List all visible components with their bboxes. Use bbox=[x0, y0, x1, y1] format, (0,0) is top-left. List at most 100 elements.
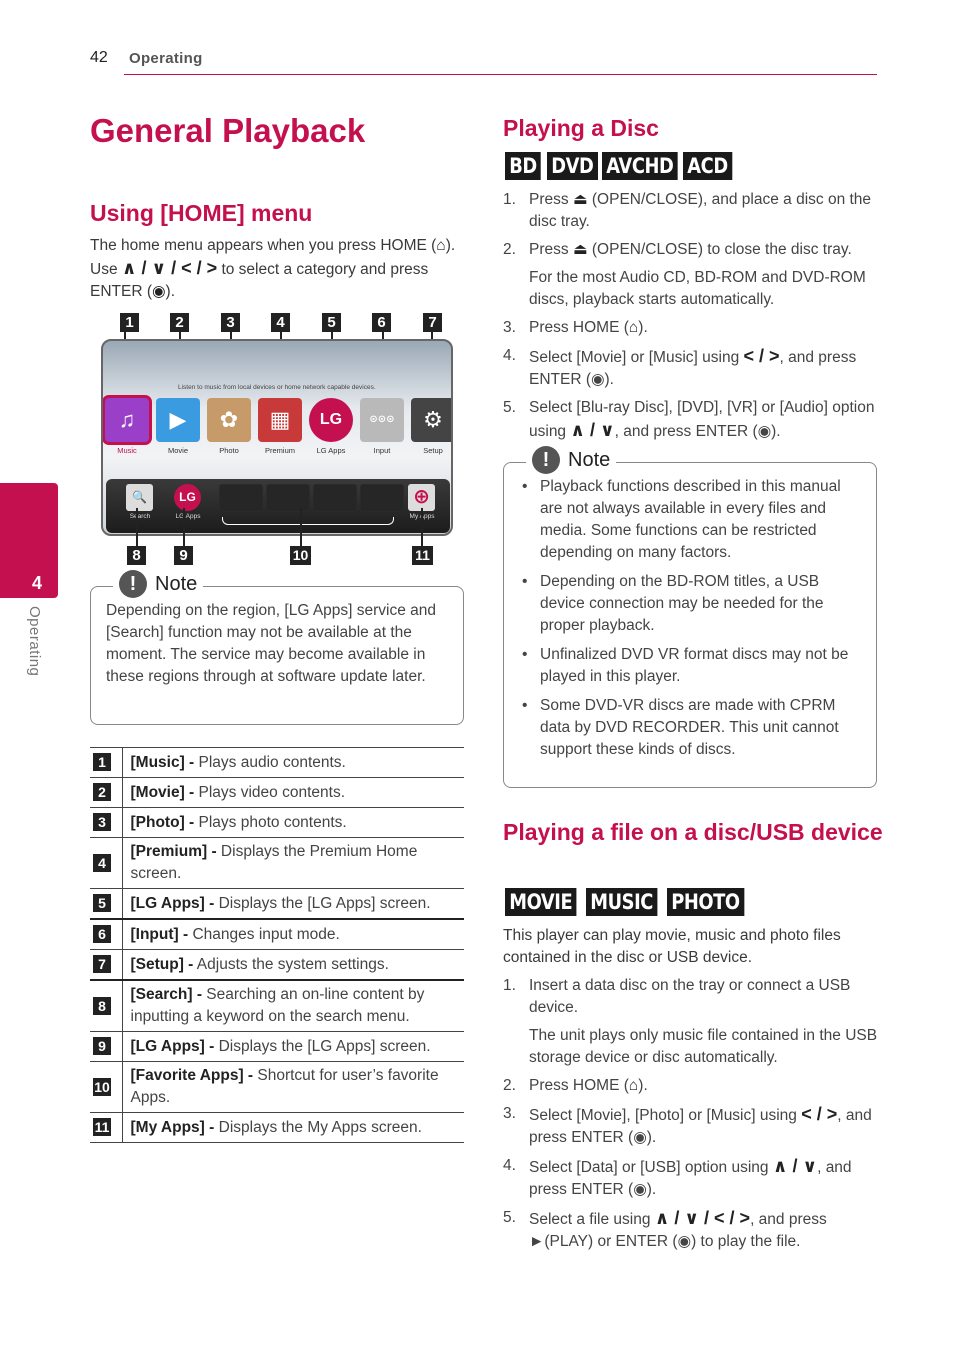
step-text: (OPEN/CLOSE) to close the disc tray. bbox=[587, 241, 852, 258]
step-item: 5. Select [Blu-ray Disc], [DVD], [VR] or … bbox=[503, 397, 881, 443]
step-text: ). bbox=[638, 1077, 648, 1094]
callout-number: 1 bbox=[120, 313, 139, 332]
favorite-apps-bracket bbox=[222, 517, 394, 525]
row-number-cell: 3 bbox=[90, 807, 123, 838]
table-row: 9 [LG Apps] - Displays the [LG Apps] scre… bbox=[90, 1031, 464, 1062]
app-tile-input[interactable]: ⊙⊙⊙ bbox=[360, 398, 404, 442]
chapter-label: Operating bbox=[26, 606, 43, 677]
row-desc: Displays the [LG Apps] screen. bbox=[214, 894, 431, 912]
app-tile-setup[interactable]: ⚙ bbox=[411, 398, 451, 442]
step-item: 3. Select [Movie], [Photo] or [Music] usi… bbox=[503, 1103, 881, 1149]
step-text: Press HOME ( bbox=[529, 1077, 629, 1094]
dock-app-lg-apps[interactable]: LG bbox=[174, 484, 201, 511]
lg-logo-icon: LG bbox=[319, 411, 343, 428]
table-row: 3 [Photo] - Plays photo contents. bbox=[90, 807, 464, 838]
favorite-app-slot[interactable] bbox=[360, 484, 404, 512]
format-badge-acd: ACD bbox=[683, 152, 734, 180]
playing-file-intro: This player can play movie, music and ph… bbox=[503, 927, 841, 966]
step-text: Select [Data] or [USB] option using bbox=[529, 1159, 773, 1176]
favorite-app-slot[interactable] bbox=[313, 484, 357, 512]
callout-number: 8 bbox=[127, 546, 146, 565]
key-symbol-icon: ⌂ bbox=[628, 319, 639, 336]
favorite-app-slot[interactable] bbox=[219, 484, 263, 512]
callout-number: 3 bbox=[221, 313, 240, 332]
note-title: Note bbox=[155, 572, 198, 595]
callout-line bbox=[136, 508, 138, 546]
callout-number: 10 bbox=[93, 1077, 111, 1096]
intro-text: ). bbox=[165, 283, 175, 300]
home-screen: Listen to music from local devices or ho… bbox=[101, 339, 453, 536]
step-item: 5. Select a file using ∧ / ∨ / < / >, and… bbox=[503, 1207, 881, 1253]
key-symbol-icon: ∧ / ∨ bbox=[772, 1156, 818, 1176]
app-tile-movie[interactable]: ▶ bbox=[156, 398, 200, 442]
note-bullet: Unfinalized DVD VR format discs may not … bbox=[522, 644, 867, 688]
dock-label: LG Apps bbox=[175, 513, 201, 520]
format-badge-music: MUSIC bbox=[586, 888, 663, 916]
step-number: 1. bbox=[503, 977, 516, 994]
callout-number: 2 bbox=[170, 313, 189, 332]
flower-photo-icon: ✿ bbox=[219, 407, 239, 432]
badge-label: MUSIC bbox=[586, 888, 658, 916]
note-box: ! Note Depending on the region, [LG Apps… bbox=[90, 570, 464, 725]
note-bullets: Playback functions described in this man… bbox=[522, 476, 867, 768]
app-tile-lg-apps[interactable]: LG bbox=[309, 398, 353, 442]
app-label: Music bbox=[117, 446, 137, 455]
app-tile-music[interactable]: ♫ bbox=[105, 398, 149, 442]
running-header: Operating bbox=[129, 50, 203, 67]
badge-label: MOVIE bbox=[505, 888, 577, 916]
step-text: Press HOME ( bbox=[529, 319, 629, 336]
row-number-cell: 6 bbox=[90, 918, 123, 950]
key-symbol-icon: ⌂ bbox=[628, 1077, 639, 1094]
app-tile-photo[interactable]: ✿ bbox=[207, 398, 251, 442]
note-bullet: Some DVD-VR discs are made with CPRM dat… bbox=[522, 695, 867, 761]
note-title: Note bbox=[568, 448, 611, 471]
step-item: 4. Select [Movie] or [Music] using < / >,… bbox=[503, 345, 881, 391]
row-description-cell: [Music] - Plays audio contents. bbox=[122, 747, 464, 778]
row-term: [LG Apps] - bbox=[130, 1037, 215, 1055]
row-desc: Plays audio contents. bbox=[194, 753, 346, 771]
app-tile-premium[interactable]: ▦ bbox=[258, 398, 302, 442]
page-number: 42 bbox=[90, 49, 108, 66]
row-term: [LG Apps] - bbox=[130, 894, 215, 912]
step-item: 2. Press HOME (⌂). bbox=[503, 1075, 881, 1097]
step-text: Select [Movie] or [Music] using bbox=[529, 349, 744, 366]
row-number-cell: 1 bbox=[90, 747, 123, 778]
header-rule bbox=[124, 74, 877, 75]
table-row: 10 [Favorite Apps] - Shortcut for user’s … bbox=[90, 1061, 464, 1113]
callout-line bbox=[421, 508, 423, 546]
dock-app-my-apps[interactable]: ⊕ bbox=[408, 484, 435, 511]
note-header: ! Note bbox=[113, 570, 204, 598]
step-text: , and press ENTER (◉). bbox=[614, 423, 781, 440]
app-label: Setup bbox=[423, 446, 443, 455]
callout-number: 2 bbox=[93, 783, 111, 801]
step-item: 1. Insert a data disc on the tray or conn… bbox=[503, 975, 881, 1069]
key-symbol-icon: ∧ / ∨ / < / > bbox=[654, 1208, 751, 1228]
table-row: 11 [My Apps] - Displays the My Apps scree… bbox=[90, 1112, 464, 1143]
step-item: 4. Select [Data] or [USB] option using ∧ … bbox=[503, 1155, 881, 1201]
step-text: Select [Movie], [Photo] or [Music] using bbox=[529, 1107, 802, 1124]
table-row: 7 [Setup] - Adjusts the system settings. bbox=[90, 949, 464, 980]
callout-number: 1 bbox=[93, 753, 111, 771]
badge-label: DVD bbox=[547, 152, 598, 180]
row-description-cell: [My Apps] - Displays the My Apps screen. bbox=[122, 1112, 464, 1143]
step-number: 2. bbox=[503, 241, 516, 258]
step-number: 3. bbox=[503, 1105, 516, 1122]
callout-number: 9 bbox=[174, 546, 193, 565]
dock-app-search[interactable]: 🔍 bbox=[126, 484, 153, 511]
row-term: [Music] - bbox=[130, 753, 195, 771]
row-description-cell: [LG Apps] - Displays the [LG Apps] scree… bbox=[122, 1031, 464, 1062]
format-badge-dvd: DVD bbox=[547, 152, 598, 180]
step-number: 5. bbox=[503, 399, 516, 416]
intro-text: The home menu appears when you press HOM… bbox=[90, 237, 437, 254]
favorite-app-slot[interactable] bbox=[266, 484, 310, 512]
search-icon: 🔍 bbox=[132, 490, 147, 504]
row-number-cell: 10 bbox=[90, 1061, 123, 1113]
callout-line bbox=[300, 508, 302, 546]
key-symbol-icon: < / > bbox=[801, 1104, 838, 1124]
format-badge-bd: BD bbox=[505, 152, 543, 180]
disc-type-badges: BD DVD AVCHD ACD bbox=[505, 152, 734, 180]
callout-number: 11 bbox=[93, 1118, 111, 1136]
home-menu-intro: The home menu appears when you press HOM… bbox=[90, 235, 460, 303]
step-item: 3. Press HOME (⌂). bbox=[503, 317, 881, 339]
callout-number: 11 bbox=[412, 546, 433, 565]
